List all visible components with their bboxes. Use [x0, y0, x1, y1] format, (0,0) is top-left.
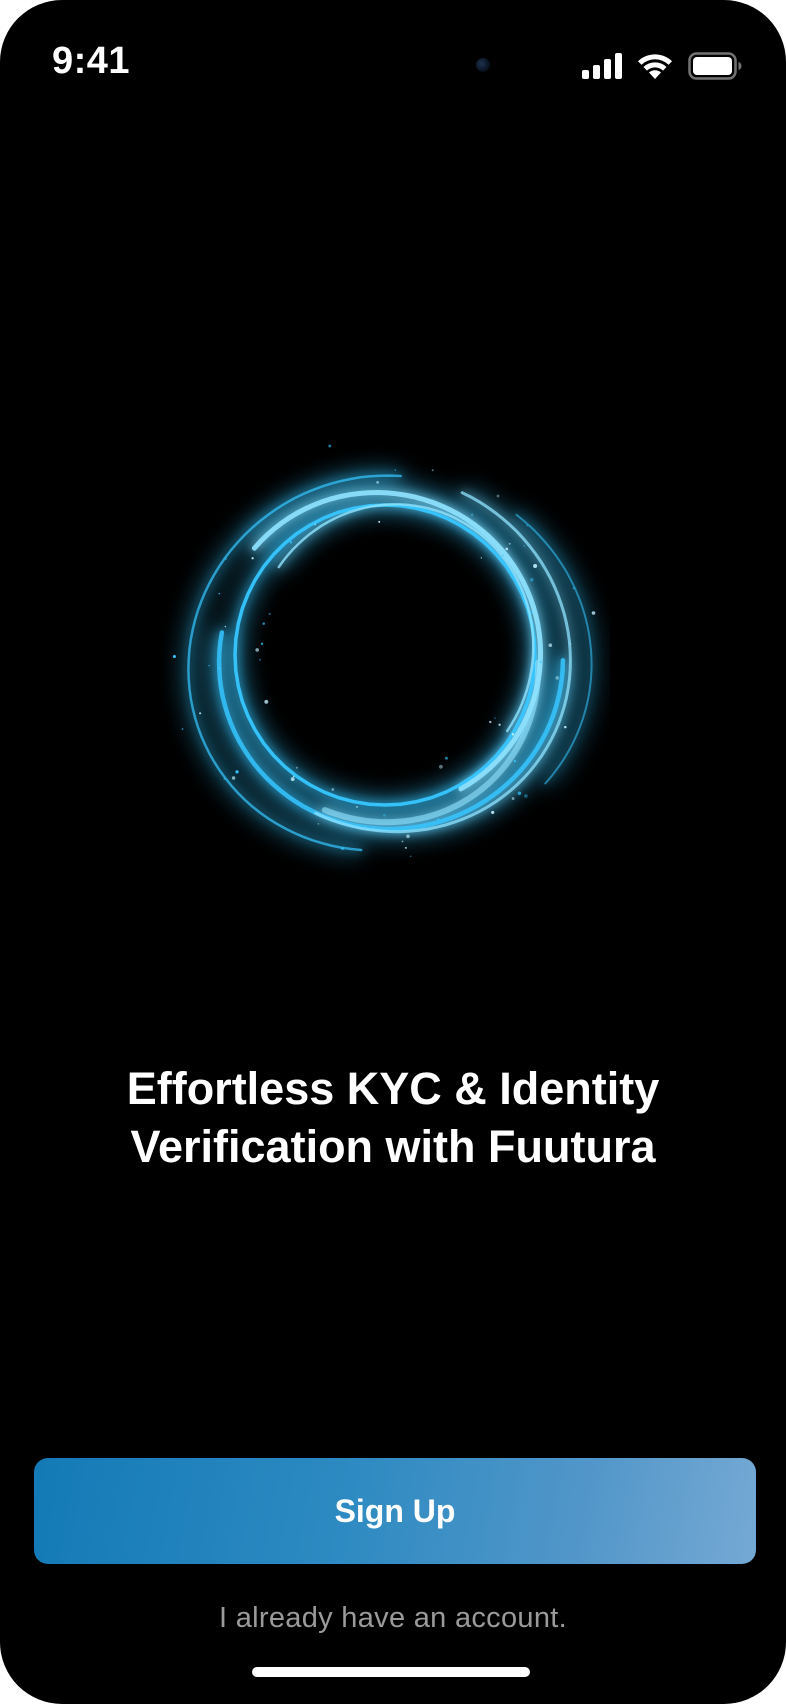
status-time: 9:41 [52, 40, 131, 82]
ring-particle [480, 557, 482, 559]
ring-particle [524, 794, 528, 798]
ring-particle [406, 834, 410, 839]
ring-particle [223, 778, 226, 780]
ring-particle [401, 840, 404, 843]
ring-particle [470, 513, 474, 517]
sign-up-button[interactable]: Sign Up [34, 1458, 756, 1564]
ring-arc [233, 503, 537, 807]
ring-particle [526, 524, 528, 527]
ring-particle [444, 756, 448, 760]
ring-particle [255, 648, 260, 652]
ring-particle [511, 733, 515, 736]
ring-particle [260, 642, 264, 645]
ring-particle [289, 541, 292, 544]
ring-particle [224, 557, 227, 561]
ring-particle [409, 855, 412, 858]
ring-particle [328, 444, 332, 448]
ring-particle [264, 699, 269, 704]
headline-line-1: Effortless KYC & Identity [126, 1063, 660, 1114]
headline-line-2: Verification with Fuutura [130, 1121, 656, 1172]
ring-particle [224, 625, 227, 628]
ring-particle [591, 611, 596, 615]
ring-particle [564, 725, 567, 729]
ring-particle [438, 764, 443, 769]
ring-particle [314, 523, 317, 526]
ring-particle [431, 469, 434, 472]
ring-particle [235, 770, 239, 774]
ring-particle [501, 554, 504, 557]
ring-particle [376, 481, 379, 484]
ring-particle [290, 777, 295, 782]
ring-particle [498, 723, 501, 726]
ring-particle [572, 587, 575, 590]
home-indicator[interactable] [252, 1667, 530, 1677]
ring-particle [394, 469, 397, 471]
ring-particle [539, 660, 543, 664]
ring-particle [208, 664, 210, 667]
ring-particle [317, 823, 320, 825]
ring-particle [491, 810, 495, 814]
ring-particle [199, 712, 202, 715]
status-bar: 9:41 [0, 0, 786, 120]
ring-particle [523, 545, 525, 547]
ring-particle [340, 846, 345, 851]
ring-particle [356, 805, 358, 808]
cellular-signal-icon [582, 53, 622, 79]
ring-particle [508, 542, 511, 545]
ring-particle [295, 766, 298, 769]
ring-particle [383, 813, 386, 817]
ring-particle [489, 720, 492, 724]
wifi-icon [636, 52, 674, 80]
ring-particle [569, 643, 572, 645]
ring-particle [181, 728, 184, 730]
glowing-ring-icon [160, 430, 610, 880]
ring-particle [251, 557, 254, 560]
ring-particle [517, 791, 522, 796]
ring-particle [494, 717, 496, 719]
ring-particle [268, 612, 271, 615]
existing-account-link[interactable]: I already have an account. [0, 1602, 786, 1635]
ring-particle [505, 547, 509, 551]
ring-particle [513, 760, 517, 763]
ring-particle [219, 667, 221, 669]
ring-particle [548, 643, 553, 648]
ring-particle [530, 611, 533, 614]
ring-particle [510, 752, 513, 755]
phone-screen: 9:41 Effortless KYC & Identity Verificat… [0, 0, 786, 1704]
ring-particle [378, 520, 381, 523]
ring-particle [292, 775, 295, 778]
headline: Effortless KYC & Identity Verification w… [0, 1060, 786, 1176]
ring-particle [403, 827, 406, 830]
ring-particle [331, 788, 335, 791]
ring-particle [262, 622, 265, 625]
ring-particle [496, 494, 500, 498]
ring-particle [437, 818, 440, 821]
ring-particle [555, 676, 559, 680]
ring-particle [533, 564, 538, 568]
ring-particle [231, 776, 236, 780]
status-icons [582, 48, 742, 84]
battery-icon [688, 52, 742, 80]
ring-particle [529, 577, 534, 582]
ring-particle [172, 654, 176, 659]
front-camera [476, 58, 490, 72]
ring-particle [404, 846, 407, 849]
ring-particle [258, 658, 261, 661]
ring-particle [218, 592, 221, 595]
ring-particle [511, 797, 515, 800]
